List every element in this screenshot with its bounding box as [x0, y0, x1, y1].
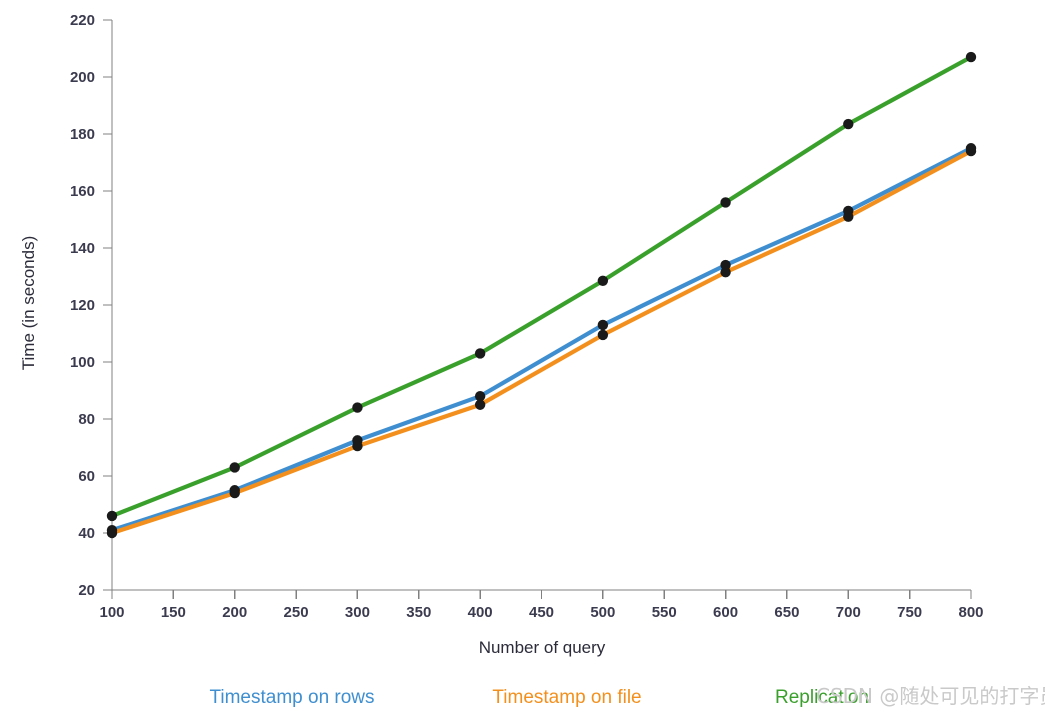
line-chart-figure: 20 40 60 80 100 120 140 160 180 200 220 100 150 200 2…: [0, 0, 1045, 712]
data-point-2-2: [352, 402, 363, 413]
y-tick-label: 80: [78, 411, 95, 428]
series-line-1: [109, 149, 974, 536]
y-tick-label: 100: [70, 354, 95, 371]
x-tick-label: 750: [897, 604, 922, 621]
legend-item-1: Timestamp on file: [492, 687, 641, 708]
data-point-2-4: [597, 275, 609, 286]
x-tick-label: 250: [284, 604, 309, 621]
x-tick-label: 700: [836, 604, 861, 621]
x-tick-label: 100: [99, 604, 124, 621]
x-axis-ticks: 100 150 200 250 300 350 400 450 500 550 600 650 700 7…: [99, 590, 984, 621]
x-tick-label: 800: [958, 604, 983, 621]
x-axis-title: Number of query: [479, 638, 606, 657]
x-tick-label: 150: [161, 604, 186, 621]
chart-canvas: 20406080100120140160180200220 100 150 200 2…: [19, 12, 1045, 708]
data-point-2-6: [843, 118, 854, 130]
x-tick-label: 350: [406, 604, 431, 621]
y-tick-label: 140: [70, 240, 95, 257]
series-line-2: [109, 54, 974, 519]
watermark-text: CSDN @随处可见的打字员: [816, 684, 1045, 708]
x-tick-label: 500: [590, 604, 615, 621]
x-tick-label: 400: [468, 604, 493, 621]
data-point-1-6: [843, 211, 854, 222]
y-axis-ticks: 20 40 60 80 100 120 140 160 180 200 220: [70, 12, 112, 599]
series-lines-group: [109, 54, 974, 536]
data-point-2-0: [106, 510, 118, 522]
data-point-0-4: [597, 319, 609, 331]
data-point-1-0: [106, 527, 118, 539]
y-tick-label: 60: [78, 468, 95, 485]
y-tick-label: 220: [70, 12, 95, 29]
x-tick-label: 650: [774, 604, 799, 621]
data-point-1-2: [352, 440, 363, 452]
data-point-2-1: [229, 462, 240, 473]
data-point-2-7: [965, 51, 977, 63]
legend-item-0: Timestamp on rows: [209, 687, 374, 708]
data-point-1-1: [229, 487, 240, 499]
series-markers-group: [106, 51, 977, 539]
data-point-1-3: [474, 399, 486, 410]
y-tick-label: 160: [70, 183, 95, 200]
x-tick-label: 200: [222, 604, 247, 621]
data-point-1-5: [720, 267, 731, 278]
y-tick-label: 20: [78, 582, 95, 599]
x-tick-label: 450: [529, 604, 554, 621]
y-tick-label: 40: [78, 525, 95, 542]
plot-area: 20406080100120140160180200220 100 150 200 2…: [70, 12, 984, 621]
chart-legend: Timestamp on rows Timestamp on file Replic…: [209, 687, 869, 708]
y-axis-title: Time (in seconds): [19, 236, 38, 370]
y-tick-label: 200: [70, 69, 95, 86]
data-point-2-5: [720, 197, 731, 208]
x-tick-label: 300: [345, 604, 370, 621]
x-tick-label: 600: [713, 604, 738, 621]
data-point-2-3: [474, 348, 486, 359]
data-point-1-4: [597, 329, 609, 341]
data-point-1-7: [965, 145, 977, 157]
y-tick-label: 180: [70, 126, 95, 143]
y-tick-label: 120: [70, 297, 95, 314]
x-tick-label: 550: [652, 604, 677, 621]
series-line-0: [109, 146, 974, 533]
